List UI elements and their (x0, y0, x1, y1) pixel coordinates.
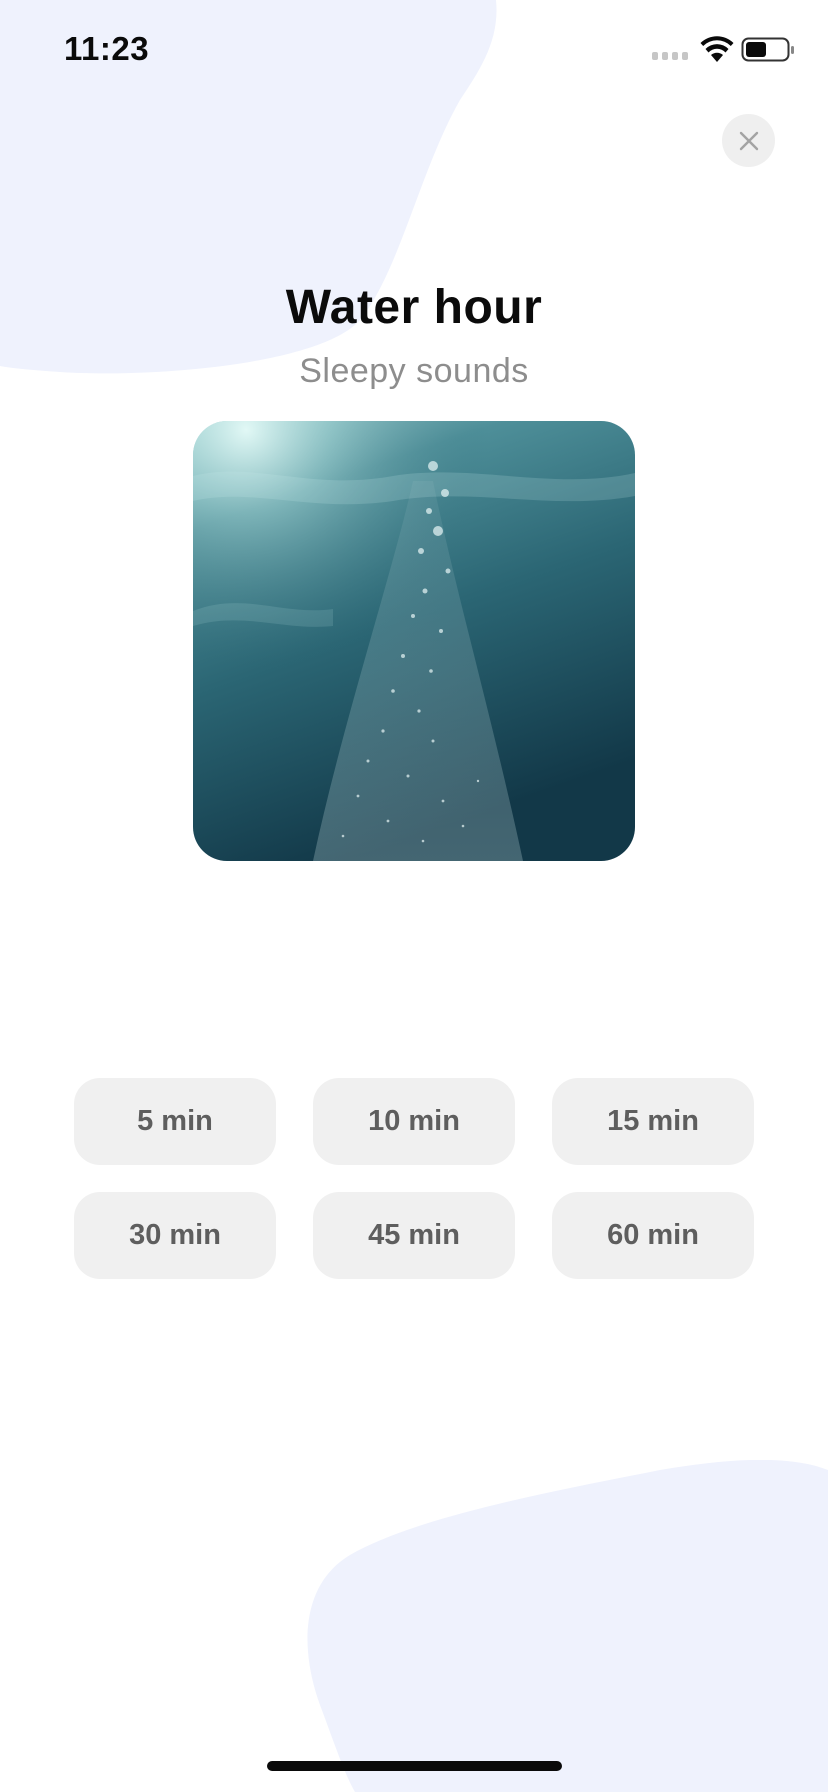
duration-10-min-button[interactable]: 10 min (313, 1078, 515, 1165)
status-time: 11:23 (64, 30, 150, 67)
duration-45-min-button[interactable]: 45 min (313, 1192, 515, 1279)
sound-artwork (193, 421, 635, 861)
wifi-icon (700, 36, 734, 62)
home-indicator[interactable] (267, 1761, 562, 1771)
cellular-signal-icon (652, 52, 688, 60)
sound-title: Water hour (285, 281, 543, 334)
duration-options: 5 min 10 min 15 min 30 min 45 min 60 min (74, 1078, 755, 1279)
sound-subtitle: Sleepy sounds (299, 352, 529, 390)
battery-icon (741, 37, 794, 62)
duration-15-min-button[interactable]: 15 min (552, 1078, 754, 1165)
close-icon (739, 131, 758, 150)
duration-60-min-button[interactable]: 60 min (552, 1192, 754, 1279)
status-bar: 11:23 (0, 0, 828, 100)
duration-30-min-button[interactable]: 30 min (74, 1192, 276, 1279)
close-button[interactable] (722, 114, 775, 167)
duration-5-min-button[interactable]: 5 min (74, 1078, 276, 1165)
background-blob-bottom (307, 1460, 828, 1792)
